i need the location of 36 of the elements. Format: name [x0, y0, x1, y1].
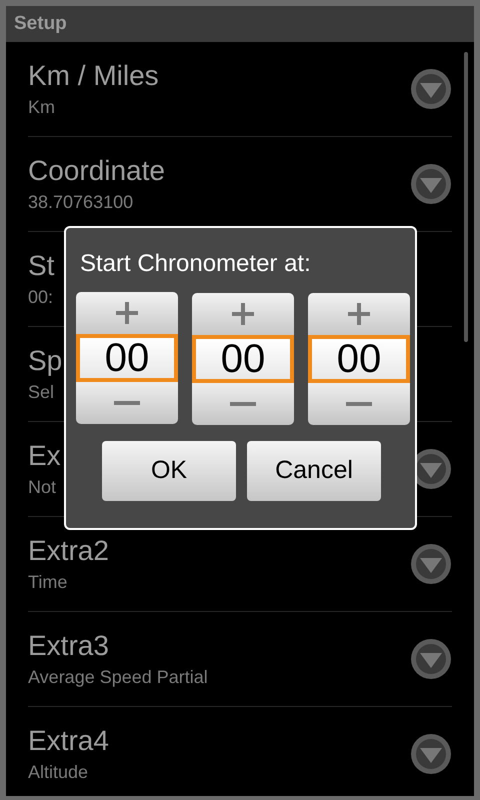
setting-summary: 00: — [28, 286, 54, 309]
minus-icon — [346, 402, 372, 406]
decrement-button[interactable] — [308, 383, 410, 425]
setting-summary: Time — [28, 570, 68, 594]
setting-title: Ex — [28, 438, 61, 473]
window-title: Setup — [14, 12, 67, 36]
plus-icon — [114, 300, 140, 326]
scrollbar[interactable] — [464, 52, 468, 342]
setting-title: St — [28, 248, 54, 283]
setting-title: Sp — [28, 344, 62, 378]
setting-summary: Altitude — [28, 761, 90, 784]
decrement-button[interactable] — [192, 383, 294, 425]
setting-summary: Average Speed Partial — [28, 666, 208, 689]
number-field[interactable]: 00 — [308, 335, 410, 383]
setting-summary: Km — [28, 96, 56, 119]
increment-button[interactable] — [192, 293, 294, 335]
number-field[interactable]: 00 — [76, 334, 178, 382]
setting-title: Extra4 — [28, 724, 109, 758]
setting-title: Extra2 — [28, 534, 109, 568]
decrement-button[interactable] — [76, 382, 178, 424]
ok-button[interactable]: OK — [102, 441, 236, 501]
setting-summary: 38.70763100 — [28, 190, 134, 214]
plus-icon — [346, 301, 372, 327]
setting-title: Coordinate — [28, 154, 165, 188]
setting-title: Extra3 — [28, 628, 110, 663]
plus-icon — [230, 301, 256, 327]
dialog-title: Start Chronometer at: — [79, 249, 312, 279]
increment-button[interactable] — [76, 292, 178, 334]
setting-summary: Sel — [28, 380, 56, 404]
minus-icon — [230, 402, 256, 406]
minus-icon — [114, 401, 140, 405]
number-field[interactable]: 00 — [192, 335, 294, 383]
cancel-button[interactable]: Cancel — [247, 441, 381, 501]
setting-title: Km / Miles — [28, 58, 159, 93]
increment-button[interactable] — [308, 293, 410, 335]
setting-summary: Not — [28, 476, 58, 499]
